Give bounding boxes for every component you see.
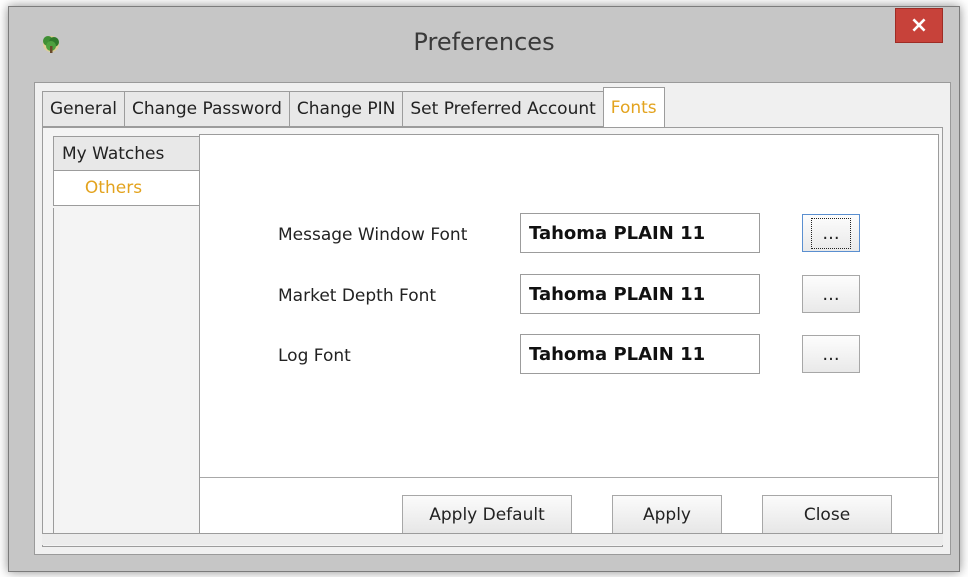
button-bar-divider (200, 477, 938, 478)
apply-default-button[interactable]: Apply Default (402, 495, 572, 535)
tab-change-pin[interactable]: Change PIN (288, 91, 403, 127)
preferences-window: Preferences × General Change Password Ch… (8, 6, 960, 572)
fonts-tab-panel: My Watches Others Message Window Font Ta… (42, 127, 943, 547)
window-title: Preferences (413, 28, 555, 56)
dialog-client-area: General Change Password Change PIN Set P… (34, 82, 951, 555)
message-window-font-field: Tahoma PLAIN 11 (520, 213, 760, 253)
close-window-button[interactable]: × (895, 8, 943, 43)
close-button[interactable]: Close (762, 495, 892, 535)
message-window-font-browse-button[interactable]: ... (802, 214, 860, 252)
tab-general[interactable]: General (42, 91, 124, 127)
market-depth-font-browse-button[interactable]: ... (802, 275, 860, 313)
status-bar (42, 533, 943, 545)
font-settings-content: Message Window Font Tahoma PLAIN 11 ... … (199, 134, 939, 544)
tab-set-preferred-account[interactable]: Set Preferred Account (402, 91, 603, 127)
title-bar[interactable]: Preferences × (9, 7, 959, 77)
browse-button-label: ... (822, 283, 840, 305)
log-font-field: Tahoma PLAIN 11 (520, 334, 760, 374)
side-tab-others[interactable]: Others (53, 170, 203, 206)
apply-button[interactable]: Apply (612, 495, 722, 535)
log-font-label: Log Font (278, 346, 351, 366)
main-tab-strip: General Change Password Change PIN Set P… (42, 87, 665, 127)
browse-button-label: ... (811, 217, 851, 249)
side-tab-my-watches[interactable]: My Watches (53, 136, 199, 172)
tab-change-password[interactable]: Change Password (124, 91, 289, 127)
message-window-font-label: Message Window Font (278, 225, 468, 245)
market-depth-font-field: Tahoma PLAIN 11 (520, 274, 760, 314)
browse-button-label: ... (822, 343, 840, 365)
market-depth-font-label: Market Depth Font (278, 286, 437, 306)
log-font-browse-button[interactable]: ... (802, 335, 860, 373)
tab-fonts[interactable]: Fonts (602, 87, 665, 127)
side-tab-column (53, 208, 199, 540)
